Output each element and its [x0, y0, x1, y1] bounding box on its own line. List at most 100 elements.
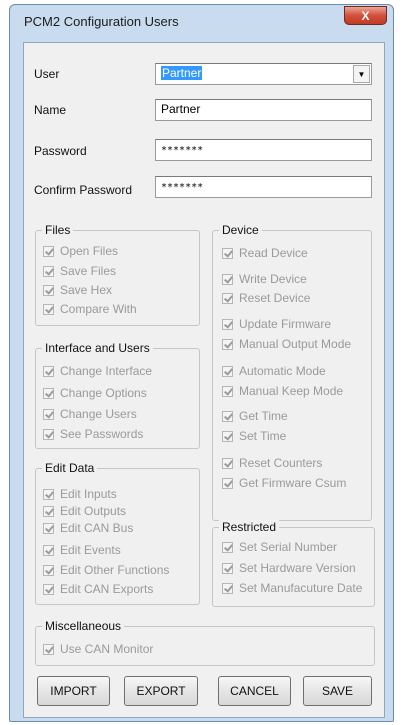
set-serial-number-label: Set Serial Number	[239, 540, 338, 554]
change-interface-label: Change Interface	[60, 364, 153, 378]
checkmark-icon	[43, 584, 54, 595]
get-firmware-csum-checkbox[interactable]: Get Firmware Csum	[222, 476, 346, 490]
edit-events-label: Edit Events	[60, 543, 121, 557]
checkmark-icon	[43, 565, 54, 576]
device-group-title: Device	[219, 223, 262, 237]
name-field[interactable]: Partner	[155, 99, 372, 121]
checkmark-icon	[222, 478, 233, 489]
update-firmware-label: Update Firmware	[239, 317, 332, 331]
miscellaneous-group-title: Miscellaneous	[42, 619, 125, 633]
reset-device-label: Reset Device	[239, 291, 311, 305]
see-passwords-label: See Passwords	[60, 427, 144, 441]
change-interface-checkbox[interactable]: Change Interface	[43, 364, 152, 378]
set-serial-number-checkbox[interactable]: Set Serial Number	[222, 540, 337, 554]
use-can-monitor-checkbox[interactable]: Use CAN Monitor	[43, 642, 153, 656]
checkmark-icon	[222, 293, 233, 304]
checkmark-icon	[222, 319, 233, 330]
interface-users-group: Interface and Users Change Interface Cha…	[35, 341, 200, 449]
checkmark-icon	[43, 523, 54, 534]
dialog-window: PCM2 Configuration Users X User Partner …	[9, 4, 394, 722]
device-group: Device Read Device Write Device Reset De…	[212, 223, 372, 521]
interface-users-group-title: Interface and Users	[42, 341, 153, 355]
change-options-label: Change Options	[60, 386, 147, 400]
update-firmware-checkbox[interactable]: Update Firmware	[222, 317, 331, 331]
edit-can-bus-checkbox[interactable]: Edit CAN Bus	[43, 521, 133, 535]
write-device-checkbox[interactable]: Write Device	[222, 272, 307, 286]
save-button[interactable]: SAVE	[303, 676, 372, 706]
user-dropdown[interactable]: Partner ▼	[155, 63, 372, 85]
name-label: Name	[34, 103, 67, 117]
edit-outputs-label: Edit Outputs	[60, 504, 127, 518]
reset-counters-checkbox[interactable]: Reset Counters	[222, 456, 322, 470]
password-label: Password	[34, 144, 87, 158]
checkmark-icon	[43, 304, 54, 315]
edit-can-bus-label: Edit CAN Bus	[60, 521, 134, 535]
checkmark-icon	[222, 458, 233, 469]
checkmark-icon	[43, 409, 54, 420]
confirm-password-label: Confirm Password	[34, 183, 133, 197]
manual-keep-mode-checkbox[interactable]: Manual Keep Mode	[222, 384, 343, 398]
set-time-checkbox[interactable]: Set Time	[222, 429, 286, 443]
save-hex-checkbox[interactable]: Save Hex	[43, 283, 112, 297]
edit-can-exports-label: Edit CAN Exports	[60, 582, 154, 596]
edit-outputs-checkbox[interactable]: Edit Outputs	[43, 504, 126, 518]
checkmark-icon	[222, 366, 233, 377]
checkmark-icon	[43, 506, 54, 517]
change-options-checkbox[interactable]: Change Options	[43, 386, 147, 400]
open-files-label: Open Files	[60, 244, 119, 258]
edit-data-group: Edit Data Edit Inputs Edit Outputs Edit …	[35, 461, 200, 605]
compare-with-checkbox[interactable]: Compare With	[43, 302, 137, 316]
set-hardware-version-checkbox[interactable]: Set Hardware Version	[222, 561, 356, 575]
dialog-client-area: User Partner ▼ Name Partner Password ***…	[23, 42, 385, 718]
restricted-group: Restricted Set Serial Number Set Hardwar…	[212, 520, 375, 607]
files-group: Files Open Files Save Files Save Hex Com…	[35, 223, 200, 326]
manual-output-mode-label: Manual Output Mode	[239, 337, 352, 351]
user-label: User	[34, 67, 60, 81]
checkmark-icon	[43, 489, 54, 500]
get-time-checkbox[interactable]: Get Time	[222, 409, 288, 423]
save-files-label: Save Files	[60, 264, 117, 278]
checkmark-icon	[43, 429, 54, 440]
checkmark-icon	[43, 266, 54, 277]
cancel-button[interactable]: CANCEL	[218, 676, 291, 706]
edit-events-checkbox[interactable]: Edit Events	[43, 543, 121, 557]
export-button[interactable]: EXPORT	[124, 676, 198, 706]
automatic-mode-label: Automatic Mode	[239, 364, 326, 378]
edit-other-functions-checkbox[interactable]: Edit Other Functions	[43, 563, 169, 577]
restricted-group-title: Restricted	[219, 520, 280, 534]
close-icon: X	[361, 9, 370, 23]
checkmark-icon	[222, 274, 233, 285]
save-files-checkbox[interactable]: Save Files	[43, 264, 116, 278]
set-hardware-version-label: Set Hardware Version	[239, 561, 356, 575]
edit-inputs-checkbox[interactable]: Edit Inputs	[43, 487, 117, 501]
confirm-password-field[interactable]: *******	[155, 176, 372, 198]
files-group-title: Files	[42, 223, 74, 237]
save-hex-label: Save Hex	[60, 283, 113, 297]
edit-can-exports-checkbox[interactable]: Edit CAN Exports	[43, 582, 153, 596]
checkmark-icon	[222, 563, 233, 574]
password-field[interactable]: *******	[155, 139, 372, 161]
chevron-down-icon[interactable]: ▼	[353, 65, 370, 83]
manual-output-mode-checkbox[interactable]: Manual Output Mode	[222, 337, 351, 351]
edit-other-functions-label: Edit Other Functions	[60, 563, 170, 577]
change-users-checkbox[interactable]: Change Users	[43, 407, 137, 421]
checkmark-icon	[43, 285, 54, 296]
checkmark-icon	[222, 339, 233, 350]
checkmark-icon	[43, 545, 54, 556]
checkmark-icon	[222, 411, 233, 422]
automatic-mode-checkbox[interactable]: Automatic Mode	[222, 364, 326, 378]
close-button[interactable]: X	[344, 6, 387, 25]
checkmark-icon	[43, 388, 54, 399]
checkmark-icon	[222, 431, 233, 442]
name-field-value: Partner	[161, 102, 201, 116]
reset-device-checkbox[interactable]: Reset Device	[222, 291, 310, 305]
write-device-label: Write Device	[239, 272, 307, 286]
checkmark-icon	[222, 248, 233, 259]
import-button[interactable]: IMPORT	[37, 676, 110, 706]
see-passwords-checkbox[interactable]: See Passwords	[43, 427, 143, 441]
read-device-checkbox[interactable]: Read Device	[222, 246, 308, 260]
open-files-checkbox[interactable]: Open Files	[43, 244, 118, 258]
get-firmware-csum-label: Get Firmware Csum	[239, 476, 347, 490]
set-manufacture-date-checkbox[interactable]: Set Manufacuture Date	[222, 581, 362, 595]
compare-with-label: Compare With	[60, 302, 137, 316]
